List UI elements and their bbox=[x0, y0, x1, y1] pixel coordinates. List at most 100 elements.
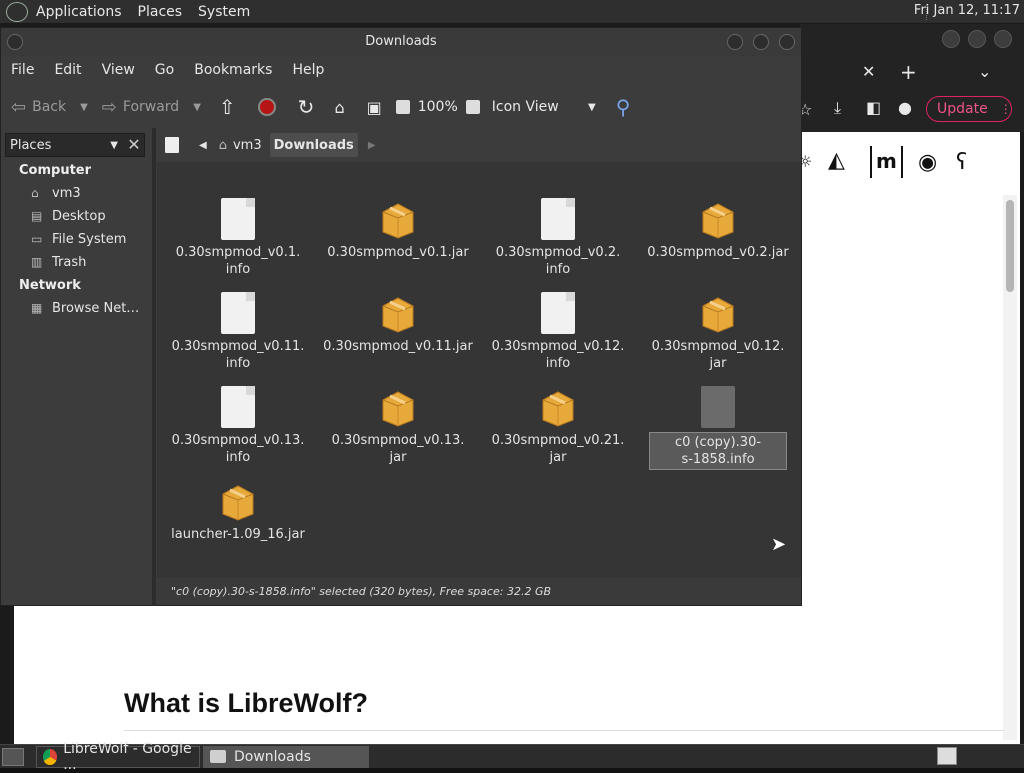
jar-package-icon bbox=[379, 386, 417, 428]
plus-icon[interactable]: + bbox=[900, 60, 917, 84]
path-bar: ◀ ⌂ vm3 Downloads ▶ bbox=[157, 131, 797, 159]
lemmy-icon[interactable]: ◭ bbox=[828, 148, 845, 173]
file-item[interactable]: 0.30smpmod_v0.1.jar bbox=[323, 198, 473, 261]
file-item[interactable]: 0.30smpmod_v0.2. info bbox=[483, 198, 633, 278]
text-document-icon bbox=[221, 198, 255, 240]
sidebar-item-vm3[interactable]: ⌂ vm3 bbox=[1, 182, 151, 205]
clock[interactable]: Fri Jan 12, 11:17 bbox=[914, 3, 1020, 18]
back-arrow-icon: ⇦ bbox=[11, 96, 27, 118]
file-name: 0.30smpmod_v0.11. info bbox=[171, 339, 305, 371]
reload-icon[interactable]: ↻ bbox=[298, 95, 315, 119]
close-icon[interactable]: ✕ bbox=[862, 62, 875, 81]
update-label: Update bbox=[937, 101, 988, 117]
computer-icon[interactable]: ▣ bbox=[367, 98, 382, 117]
file-icon-view[interactable]: 0.30smpmod_v0.1. info 0.30smpmod_v0.1.jar… bbox=[157, 162, 801, 578]
file-item[interactable]: 0.30smpmod_v0.11.jar bbox=[323, 292, 473, 355]
zoom-in-button[interactable] bbox=[465, 100, 480, 114]
sidebar-item-label: File System bbox=[52, 232, 127, 247]
chrome-icon bbox=[43, 748, 58, 765]
file-item[interactable]: 0.30smpmod_v0.1. info bbox=[163, 198, 313, 278]
system-menu[interactable]: System bbox=[190, 4, 258, 20]
file-manager-window: Downloads File Edit View Go Bookmarks He… bbox=[0, 27, 802, 606]
sidebar-item-file-system[interactable]: ▭ File System bbox=[1, 228, 151, 251]
dropdown-arrow-icon: ▼ bbox=[110, 139, 118, 151]
menu-file[interactable]: File bbox=[1, 62, 44, 78]
account-icon[interactable]: ● bbox=[898, 98, 912, 117]
task-label: Downloads bbox=[234, 748, 311, 765]
file-item[interactable]: launcher-1.09_16.jar bbox=[163, 480, 313, 543]
file-item[interactable]: 0.30smpmod_v0.13. jar bbox=[323, 386, 473, 466]
update-button[interactable]: Update ⋮ bbox=[926, 96, 1012, 122]
close-sidebar-icon[interactable]: ✕ bbox=[123, 133, 145, 157]
file-item[interactable]: 0.30smpmod_v0.11. info bbox=[163, 292, 313, 372]
file-item[interactable]: 0.30smpmod_v0.2.jar bbox=[643, 198, 793, 261]
drive-icon: ▭ bbox=[31, 232, 43, 246]
file-item[interactable]: 0.30smpmod_v0.21. jar bbox=[483, 386, 633, 466]
search-icon[interactable]: ⚲ bbox=[616, 95, 631, 119]
bear-icon[interactable]: ʕ bbox=[956, 150, 967, 175]
menu-go[interactable]: Go bbox=[145, 62, 184, 78]
sidebar-item-trash[interactable]: ▥ Trash bbox=[1, 251, 151, 274]
zoom-out-button[interactable] bbox=[395, 100, 410, 114]
view-mode-select[interactable]: Icon View ▼ bbox=[492, 99, 596, 115]
home-icon: ⌂ bbox=[218, 137, 227, 153]
path-right-arrow-icon[interactable]: ▶ bbox=[364, 133, 380, 157]
sidebar-item-label: Browse Net… bbox=[52, 301, 140, 316]
minimize-button[interactable] bbox=[942, 30, 960, 48]
sidebar-item-label: Trash bbox=[52, 255, 87, 270]
path-left-arrow-icon[interactable]: ◀ bbox=[195, 133, 211, 157]
file-name: 0.30smpmod_v0.13. jar bbox=[331, 433, 465, 465]
sidebar-icon[interactable]: ◧ bbox=[866, 98, 881, 117]
file-item[interactable]: c0 (copy).30- s-1858.info bbox=[643, 386, 793, 470]
sidebar-item-label: vm3 bbox=[52, 186, 81, 201]
status-bar: "c0 (copy).30-s-1858.info" selected (320… bbox=[157, 579, 801, 605]
gnome-foot-icon[interactable] bbox=[6, 1, 28, 22]
places-menu[interactable]: Places bbox=[130, 4, 191, 20]
forward-arrow-icon: ⇨ bbox=[101, 96, 117, 118]
task-librewolf[interactable]: LibreWolf - Google ... bbox=[36, 741, 200, 773]
text-document-icon bbox=[541, 198, 575, 240]
edit-location-icon[interactable] bbox=[161, 133, 183, 157]
stop-icon[interactable] bbox=[257, 98, 276, 116]
window-menu-button[interactable] bbox=[7, 34, 23, 50]
reddit-icon[interactable]: ◉ bbox=[918, 150, 937, 175]
path-segment-downloads[interactable]: Downloads bbox=[269, 133, 358, 157]
menu-icon[interactable]: ⋮ bbox=[1000, 102, 1012, 116]
sidebar-item-desktop[interactable]: ▤ Desktop bbox=[1, 205, 151, 228]
up-icon[interactable]: ⇧ bbox=[219, 95, 236, 119]
task-downloads[interactable]: Downloads bbox=[203, 745, 369, 768]
menu-edit[interactable]: Edit bbox=[44, 62, 91, 78]
forward-history-dropdown[interactable]: ▼ bbox=[193, 102, 201, 113]
home-icon[interactable]: ⌂ bbox=[334, 98, 344, 117]
file-name: 0.30smpmod_v0.2.jar bbox=[647, 245, 789, 260]
path-segment-vm3[interactable]: ⌂ vm3 bbox=[215, 133, 266, 157]
scrollbar-thumb[interactable] bbox=[1006, 200, 1014, 292]
matrix-icon[interactable]: m bbox=[870, 146, 903, 178]
menu-help[interactable]: Help bbox=[282, 62, 334, 78]
file-name: 0.30smpmod_v0.1. info bbox=[175, 245, 301, 277]
toolbar: ⇦ Back ▼ ⇨ Forward ▼ ⇧ ↻ ⌂ ▣ 100% Icon Vie… bbox=[1, 86, 801, 128]
sidebar-item-browse-network[interactable]: ▦ Browse Net… bbox=[1, 297, 151, 320]
forward-button[interactable]: ⇨ Forward bbox=[102, 97, 179, 118]
show-desktop-icon[interactable] bbox=[2, 747, 24, 766]
back-history-dropdown[interactable]: ▼ bbox=[80, 102, 88, 113]
download-icon[interactable]: ⤓ bbox=[834, 98, 841, 118]
close-button[interactable] bbox=[779, 34, 795, 50]
pane-divider[interactable] bbox=[152, 128, 156, 606]
file-item[interactable]: 0.30smpmod_v0.12. jar bbox=[643, 292, 793, 372]
jar-package-icon bbox=[699, 292, 737, 334]
back-button[interactable]: ⇦ Back bbox=[11, 97, 66, 118]
menu-view[interactable]: View bbox=[92, 62, 145, 78]
chevron-down-icon[interactable]: ⌄ bbox=[978, 62, 991, 81]
workspace-switcher[interactable] bbox=[937, 747, 957, 765]
sidebar: Computer ⌂ vm3 ▤ Desktop ▭ File System ▥ Tra… bbox=[1, 159, 151, 605]
file-item[interactable]: 0.30smpmod_v0.12. info bbox=[483, 292, 633, 372]
maximize-button[interactable] bbox=[753, 34, 769, 50]
maximize-button[interactable] bbox=[968, 30, 986, 48]
file-item[interactable]: 0.30smpmod_v0.13. info bbox=[163, 386, 313, 466]
sidebar-section-network: Network bbox=[19, 278, 81, 293]
applications-menu[interactable]: Applications bbox=[28, 4, 130, 20]
minimize-button[interactable] bbox=[727, 34, 743, 50]
close-window-button[interactable] bbox=[994, 30, 1012, 48]
menu-bookmarks[interactable]: Bookmarks bbox=[184, 62, 282, 78]
